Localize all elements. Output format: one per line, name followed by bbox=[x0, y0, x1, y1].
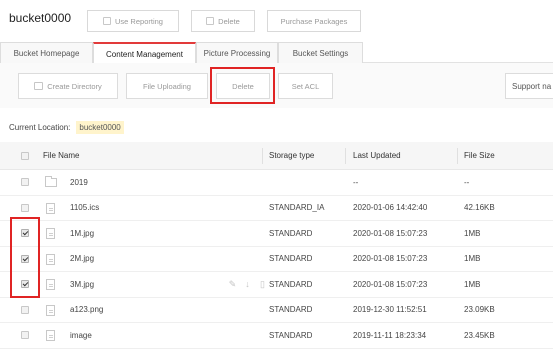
storage-type: STANDARD bbox=[269, 254, 313, 264]
download-icon[interactable]: ↓ bbox=[243, 279, 252, 289]
file-size: 42.16KB bbox=[464, 203, 495, 213]
table-header: File Name Storage type Last Updated File… bbox=[0, 142, 553, 170]
bucket-title: bucket0000 bbox=[9, 11, 72, 25]
row-checkbox[interactable] bbox=[21, 280, 29, 289]
content-toolbar: Create Directory File Uploading Delete S… bbox=[0, 63, 553, 108]
bucket-tabs: Bucket Homepage Content Management Pictu… bbox=[0, 42, 553, 64]
tab-label: Picture Processing bbox=[203, 48, 271, 58]
storage-type: STANDARD bbox=[269, 279, 313, 289]
purchase-packages-button[interactable]: Purchase Packages bbox=[267, 10, 361, 32]
file-name[interactable]: 1M.jpg bbox=[70, 221, 94, 246]
image-file-icon bbox=[46, 304, 55, 316]
tab-label: Bucket Homepage bbox=[13, 48, 80, 58]
last-updated: 2020-01-08 15:07:23 bbox=[353, 279, 428, 289]
file-size: 1MB bbox=[464, 228, 481, 238]
set-acl-label: Set ACL bbox=[291, 81, 320, 91]
file-size: 1MB bbox=[464, 279, 481, 289]
storage-type: STANDARD_IA bbox=[269, 203, 325, 213]
row-checkbox[interactable] bbox=[21, 229, 29, 238]
row-checkbox[interactable] bbox=[21, 331, 29, 340]
create-directory-button[interactable]: Create Directory bbox=[18, 73, 118, 99]
image-file-icon bbox=[46, 253, 55, 265]
row-checkbox[interactable] bbox=[21, 254, 29, 263]
table-row[interactable]: image STANDARD 2019-11-11 18:23:34 23.45… bbox=[0, 323, 553, 349]
table-row[interactable]: a123.png STANDARD 2019-12-30 11:52:51 23… bbox=[0, 297, 553, 323]
column-divider bbox=[457, 148, 458, 164]
file-size: 23.09KB bbox=[464, 305, 495, 315]
tab-bucket-settings[interactable]: Bucket Settings bbox=[278, 42, 363, 63]
file-name[interactable]: 1105.ics bbox=[70, 196, 99, 221]
trash-icon[interactable]: ▯ bbox=[258, 279, 267, 289]
last-updated: 2020-01-08 15:07:23 bbox=[353, 228, 428, 238]
file-name[interactable]: 2019 bbox=[70, 170, 88, 195]
last-updated: 2020-01-08 15:07:23 bbox=[353, 254, 428, 264]
set-acl-button[interactable]: Set ACL bbox=[278, 73, 333, 99]
file-uploading-label: File Uploading bbox=[143, 81, 191, 91]
delete-files-label: Delete bbox=[232, 81, 254, 91]
folder-icon bbox=[45, 176, 57, 188]
file-table: File Name Storage type Last Updated File… bbox=[0, 142, 553, 349]
image-file-icon bbox=[46, 228, 55, 240]
search-input[interactable]: Support na bbox=[505, 73, 553, 99]
table-row[interactable]: 2M.jpg STANDARD 2020-01-08 15:07:23 1MB bbox=[0, 246, 553, 272]
tab-label: Content Management bbox=[106, 49, 183, 59]
last-updated: -- bbox=[353, 177, 359, 187]
table-row[interactable]: 1M.jpg STANDARD 2020-01-08 15:07:23 1MB bbox=[0, 221, 553, 247]
location-bucket-link[interactable]: bucket0000 bbox=[76, 121, 124, 134]
column-file-name[interactable]: File Name bbox=[43, 142, 79, 169]
delete-files-button[interactable]: Delete bbox=[216, 73, 270, 99]
file-name[interactable]: 2M.jpg bbox=[70, 247, 94, 272]
table-row[interactable]: 2019 -- -- bbox=[0, 170, 553, 196]
file-name[interactable]: 3M.jpg bbox=[70, 272, 94, 297]
row-actions: ✎ ↓ ▯ bbox=[228, 279, 267, 289]
file-size: 23.45KB bbox=[464, 330, 495, 340]
file-uploading-button[interactable]: File Uploading bbox=[126, 73, 208, 99]
column-file-size[interactable]: File Size bbox=[464, 142, 495, 169]
file-name[interactable]: image bbox=[70, 323, 92, 348]
last-updated: 2019-12-30 11:52:51 bbox=[353, 305, 427, 315]
row-checkbox[interactable] bbox=[21, 203, 29, 212]
trash-icon bbox=[206, 17, 215, 25]
row-checkbox[interactable] bbox=[21, 305, 29, 314]
tab-picture-processing[interactable]: Picture Processing bbox=[196, 42, 278, 63]
row-checkbox[interactable] bbox=[21, 178, 29, 187]
file-icon bbox=[46, 330, 55, 342]
storage-type: STANDARD bbox=[269, 330, 313, 340]
image-file-icon bbox=[46, 279, 55, 291]
create-directory-label: Create Directory bbox=[47, 81, 102, 91]
file-size: 1MB bbox=[464, 254, 481, 264]
header-bar: bucket0000 Use Reporting Delete Purchase… bbox=[0, 0, 553, 42]
table-row[interactable]: 3M.jpg ✎ ↓ ▯ STANDARD 2020-01-08 15:07:2… bbox=[0, 272, 553, 298]
last-updated: 2019-11-11 18:23:34 bbox=[353, 330, 427, 340]
column-divider bbox=[345, 148, 346, 164]
tab-label: Bucket Settings bbox=[292, 48, 349, 58]
search-placeholder: Support na bbox=[512, 81, 552, 91]
file-name[interactable]: a123.png bbox=[70, 298, 103, 323]
current-location: Current Location: bucket0000 bbox=[9, 121, 124, 134]
file-size: -- bbox=[464, 177, 470, 187]
location-label: Current Location: bbox=[9, 123, 71, 132]
delete-bucket-button[interactable]: Delete bbox=[191, 10, 255, 32]
folder-plus-icon bbox=[34, 82, 44, 90]
delete-bucket-label: Delete bbox=[218, 16, 240, 26]
use-reporting-label: Use Reporting bbox=[115, 16, 163, 26]
column-last-updated[interactable]: Last Updated bbox=[353, 142, 401, 169]
file-icon bbox=[46, 202, 55, 214]
edit-icon[interactable]: ✎ bbox=[228, 279, 237, 289]
table-row[interactable]: 1105.ics STANDARD_IA 2020-01-06 14:42:40… bbox=[0, 195, 553, 221]
column-divider bbox=[262, 148, 263, 164]
use-reporting-button[interactable]: Use Reporting bbox=[87, 10, 179, 32]
chart-icon bbox=[103, 17, 112, 25]
last-updated: 2020-01-06 14:42:40 bbox=[353, 203, 428, 213]
tab-content-management[interactable]: Content Management bbox=[93, 42, 196, 64]
column-storage-type[interactable]: Storage type bbox=[269, 142, 314, 169]
storage-type: STANDARD bbox=[269, 228, 313, 238]
purchase-packages-label: Purchase Packages bbox=[280, 16, 348, 26]
storage-type: STANDARD bbox=[269, 305, 313, 315]
tab-bucket-homepage[interactable]: Bucket Homepage bbox=[0, 42, 93, 63]
select-all-checkbox[interactable] bbox=[21, 151, 29, 160]
